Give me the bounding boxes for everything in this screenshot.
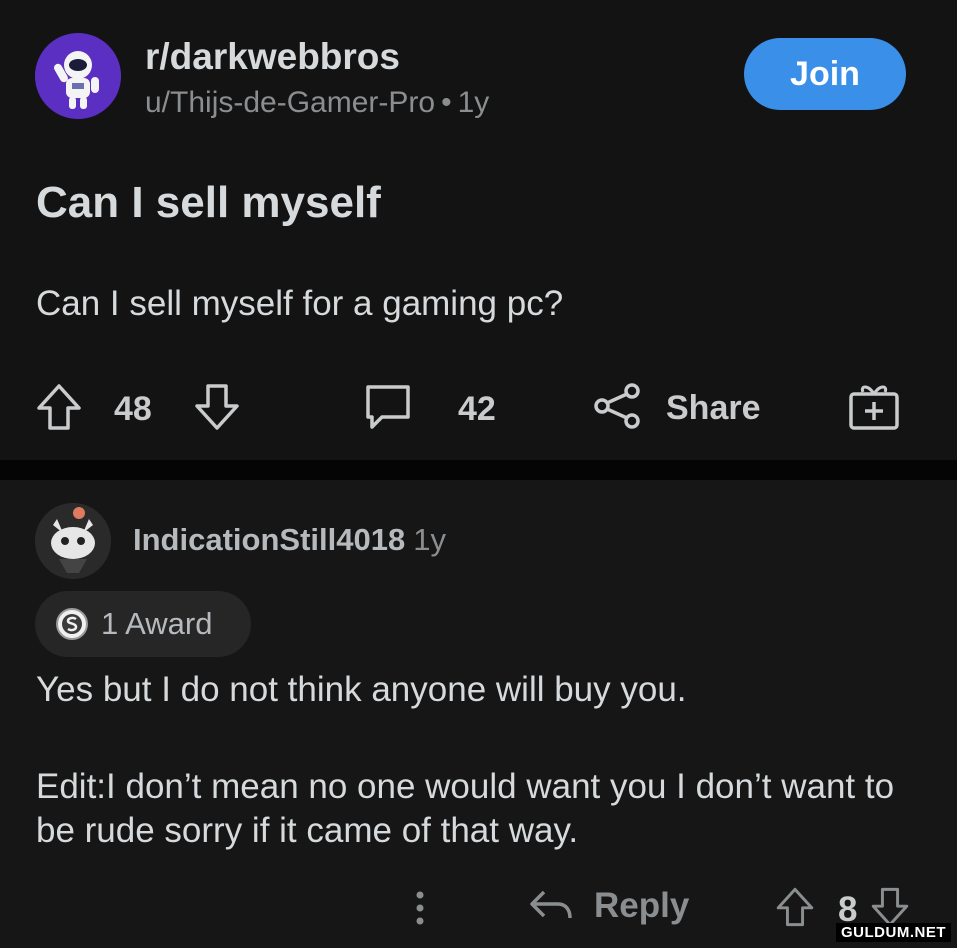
subreddit-name[interactable]: r/darkwebbros bbox=[145, 36, 400, 78]
upvote-icon[interactable] bbox=[34, 382, 84, 437]
post-body: Can I sell myself for a gaming pc? bbox=[36, 284, 564, 323]
silver-award-icon bbox=[56, 608, 88, 640]
comment-count: 42 bbox=[458, 390, 496, 428]
more-vertical-icon bbox=[416, 891, 424, 925]
reply-arrow-icon bbox=[530, 890, 572, 919]
byline-separator: • bbox=[441, 86, 452, 119]
comments-button[interactable]: 42 bbox=[362, 382, 496, 437]
share-icon bbox=[592, 380, 644, 437]
comment-age: 1y bbox=[413, 522, 446, 557]
post-author[interactable]: u/Thijs-de-Gamer-Pro bbox=[145, 86, 435, 119]
subreddit-avatar[interactable] bbox=[35, 33, 121, 119]
astronaut-icon bbox=[35, 33, 121, 119]
award-badge[interactable]: 1 Award bbox=[35, 591, 251, 657]
comment-text-edit: Edit:I don’t mean no one would want you … bbox=[36, 767, 895, 850]
award-label: 1 Award bbox=[101, 606, 213, 641]
section-divider bbox=[0, 460, 957, 480]
downvote-icon[interactable] bbox=[192, 382, 242, 437]
comment-user-line: IndicationStill4018 1y bbox=[133, 522, 446, 558]
comment-author[interactable]: IndicationStill4018 bbox=[133, 522, 405, 557]
comment-text-line: Yes but I do not think anyone will buy y… bbox=[36, 670, 687, 709]
post-age: 1y bbox=[457, 86, 490, 119]
post-byline: u/Thijs-de-Gamer-Pro • 1y bbox=[145, 86, 489, 120]
commenter-avatar[interactable] bbox=[35, 503, 111, 579]
post-title[interactable]: Can I sell myself bbox=[36, 178, 381, 228]
share-label: Share bbox=[666, 389, 761, 427]
award-button[interactable] bbox=[848, 380, 900, 437]
comment-bubble-icon bbox=[362, 382, 414, 437]
post-card: r/darkwebbros u/Thijs-de-Gamer-Pro • 1y Jo… bbox=[0, 0, 957, 460]
gift-icon bbox=[848, 380, 900, 437]
share-button[interactable]: Share bbox=[592, 380, 761, 437]
post-vote-group: 48 bbox=[34, 382, 242, 437]
more-options-button[interactable] bbox=[408, 888, 432, 928]
reply-button[interactable]: Reply bbox=[528, 886, 689, 926]
join-button[interactable]: Join bbox=[744, 38, 906, 110]
comment-upvote-icon[interactable] bbox=[774, 886, 816, 933]
watermark: GULDUM.NET bbox=[836, 923, 951, 942]
post-vote-count: 48 bbox=[114, 390, 152, 428]
user-avatar-icon bbox=[35, 503, 111, 579]
reply-label: Reply bbox=[594, 886, 690, 925]
